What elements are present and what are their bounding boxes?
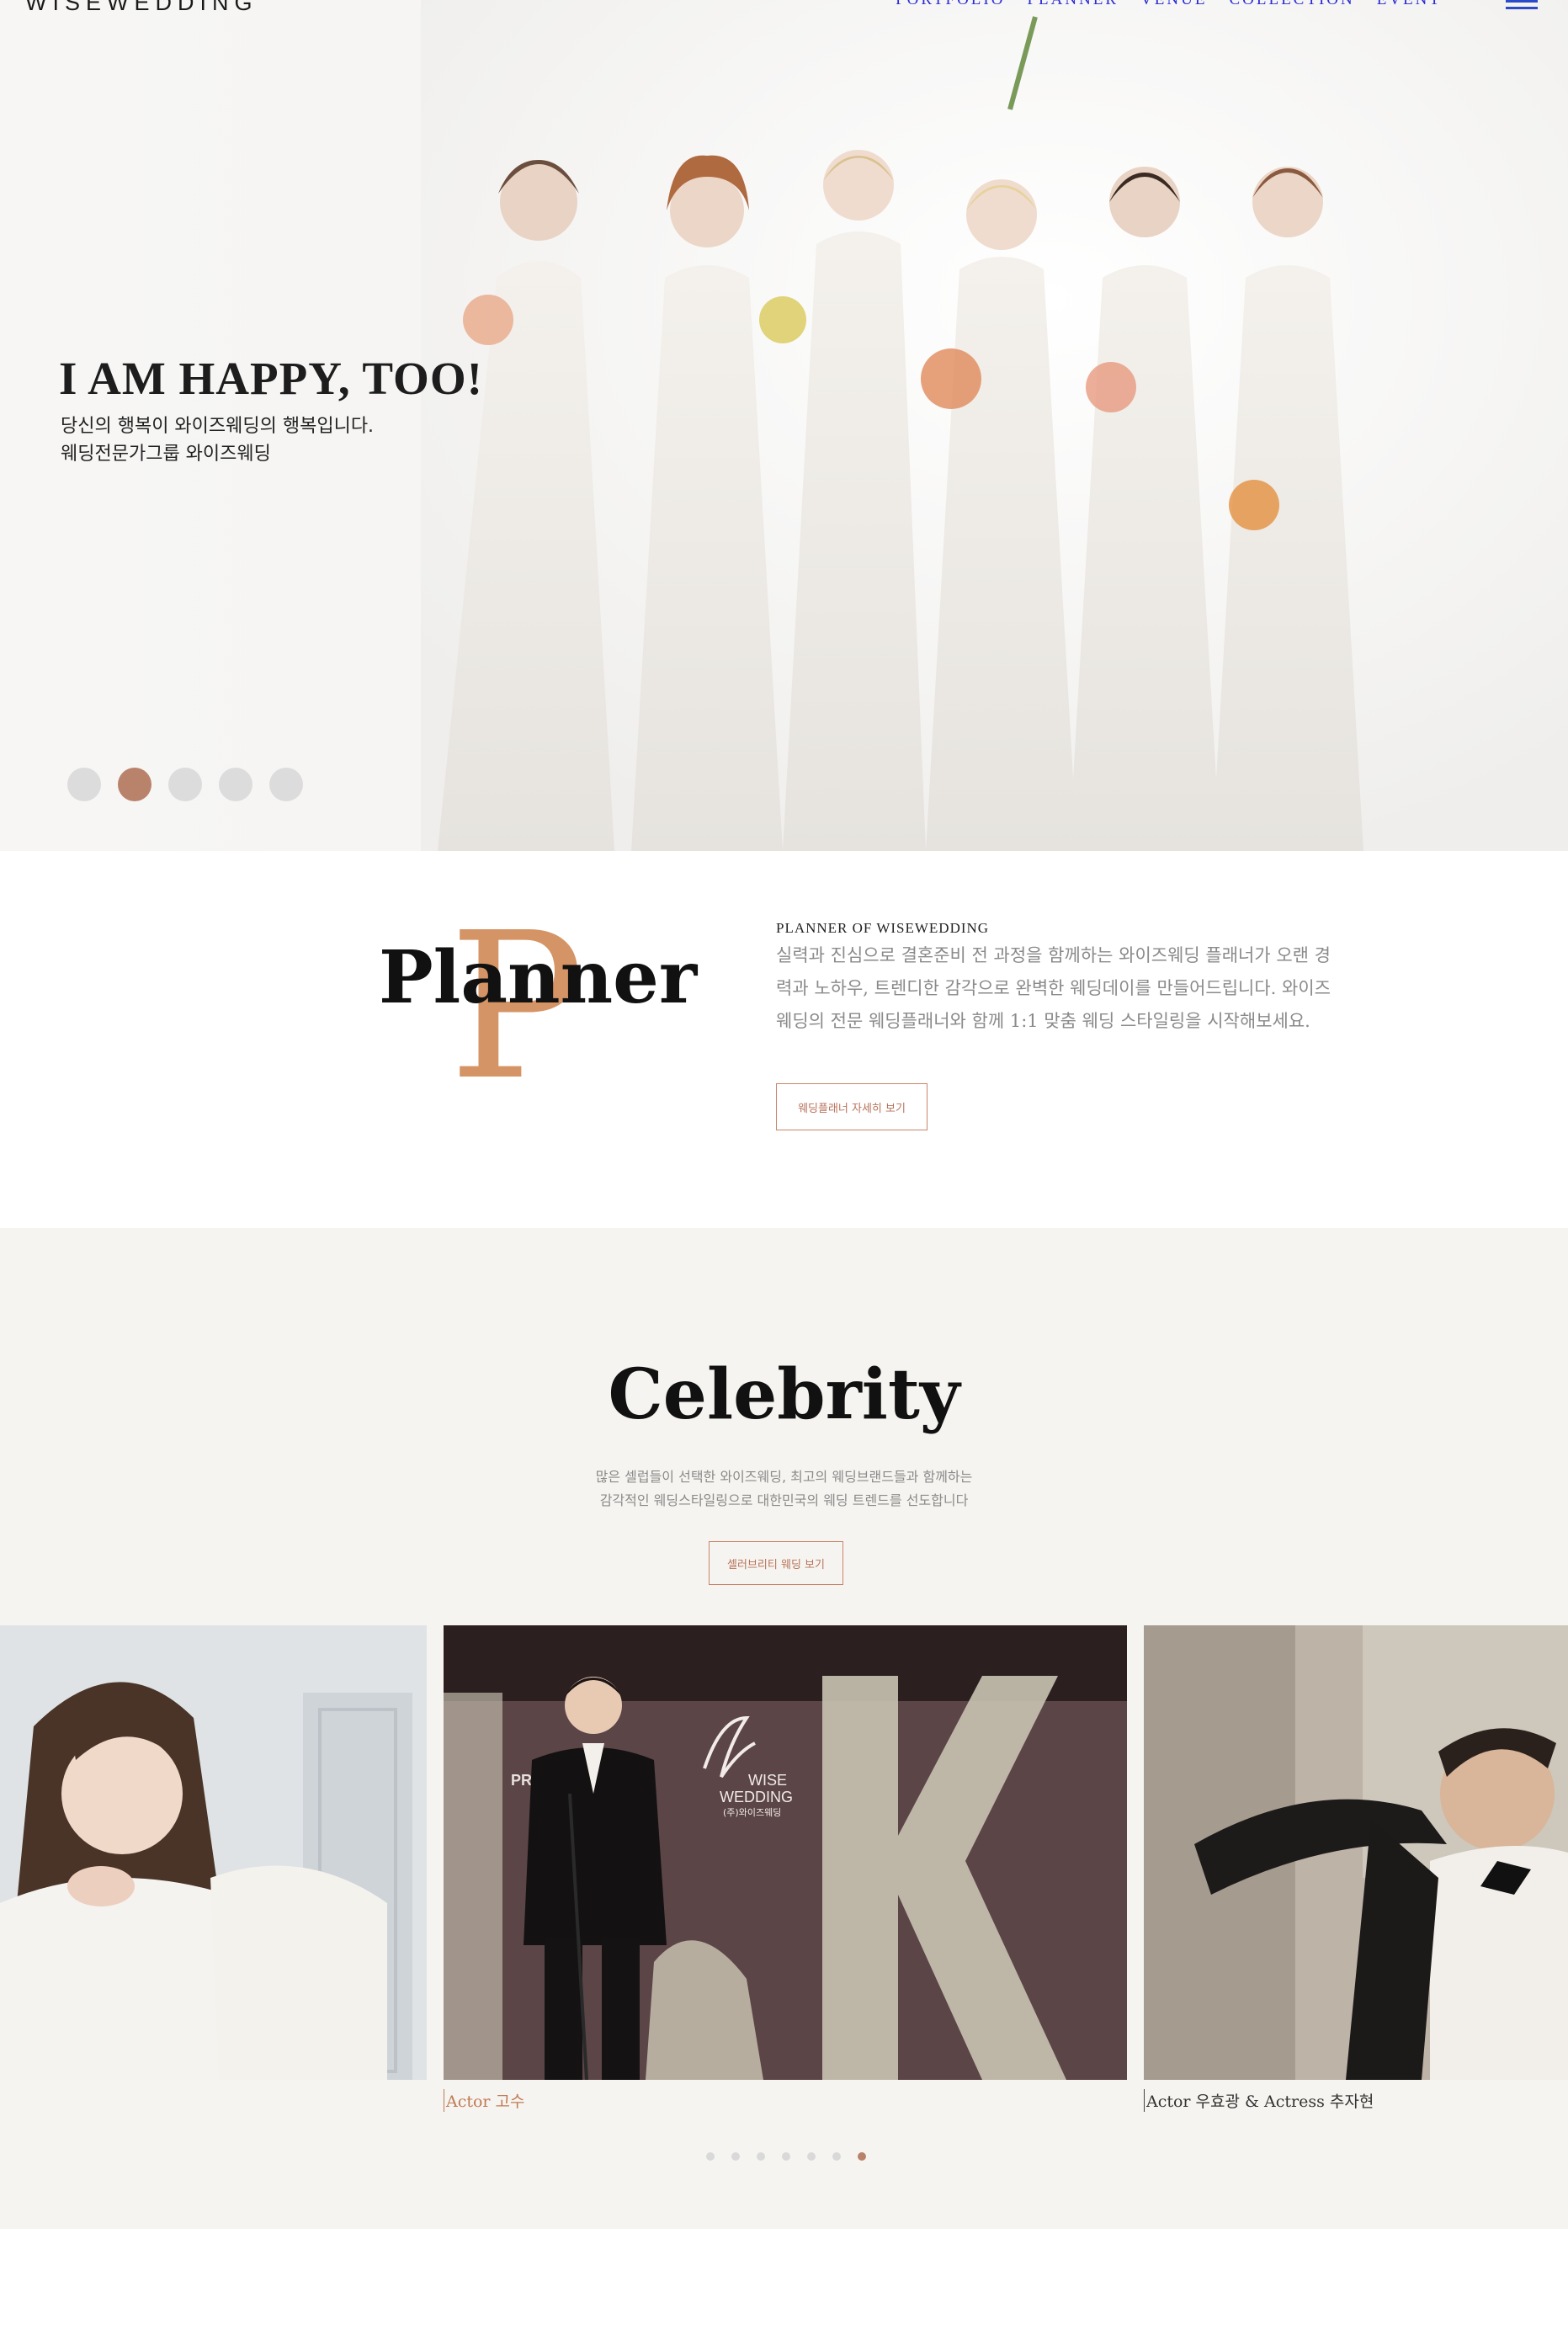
celebrity-dot-6[interactable] [832, 2152, 841, 2161]
hero-slide-dot-1[interactable] [67, 768, 101, 801]
site-logo[interactable]: WISEWEDDING [25, 0, 258, 16]
hero-banner: I AM HAPPY, TOO! 당신의 행복이 와이즈웨딩의 행복입니다. 웨… [0, 0, 1568, 851]
event-sign-text: PR [511, 1772, 532, 1789]
celebrity-photo-3 [1144, 1625, 1568, 2080]
planner-title: Planner [379, 935, 698, 1020]
celebrity-caption-3: Actor 우효광 & Actress 추자현 [1144, 2089, 1374, 2112]
hero-slide-dot-3[interactable] [168, 768, 202, 801]
celebrity-dot-2[interactable] [731, 2152, 740, 2161]
celebrity-caption-2: Actor 고수 [444, 2089, 525, 2112]
hero-slide-dot-2[interactable] [118, 768, 151, 801]
wise-wedding-logo-line1: WISE [748, 1772, 787, 1789]
page-bottom-space [0, 2229, 1568, 2329]
celebrity-photo-2: PR WISE WEDDING (주)와이즈웨딩 [444, 1625, 1127, 2080]
hero-subtitle-line2: 웨딩전문가그룹 와이즈웨딩 [61, 444, 271, 465]
nav-event[interactable]: EVENT [1377, 0, 1442, 9]
nav-portfolio[interactable]: PORTFOLIO [896, 0, 1005, 9]
hamburger-menu-icon[interactable] [1506, 0, 1538, 12]
hero-title: I AM HAPPY, TOO! [59, 353, 483, 404]
hero-subtitle-line1: 당신의 행복이 와이즈웨딩의 행복입니다. [61, 416, 375, 437]
celebrity-dot-7[interactable] [858, 2152, 866, 2161]
hero-slide-dot-5[interactable] [269, 768, 303, 801]
celebrity-card-3[interactable] [1144, 1625, 1568, 2080]
celebrity-dot-1[interactable] [706, 2152, 715, 2161]
site-header: WISEWEDDING PORTFOLIO PLANNER VENUE COLL… [0, 0, 1568, 25]
celebrity-title: Celebrity [608, 1354, 960, 1435]
celebrity-section: Celebrity 많은 셀럽들이 선택한 와이즈웨딩, 최고의 웨딩브랜드들과… [0, 1228, 1568, 2229]
celebrity-photo-1 [0, 1625, 427, 2080]
celebrity-description: 많은 셀럽들이 선택한 와이즈웨딩, 최고의 웨딩브랜드들과 함께하는 감각적인… [0, 1465, 1568, 1513]
hero-slide-dot-4[interactable] [219, 768, 252, 801]
hero-slider-dots [67, 768, 303, 801]
planner-detail-button[interactable]: 웨딩플래너 자세히 보기 [776, 1083, 928, 1130]
celebrity-slider-dots [706, 2152, 866, 2161]
celebrity-card-2[interactable]: PR WISE WEDDING (주)와이즈웨딩 [444, 1625, 1127, 2080]
celebrity-wedding-button[interactable]: 셀러브리티 웨딩 보기 [709, 1541, 843, 1585]
nav-collection[interactable]: COLLECTION [1229, 0, 1354, 9]
nav-planner[interactable]: PLANNER [1027, 0, 1119, 9]
planner-description: 실력과 진심으로 결혼준비 전 과정을 함께하는 와이즈웨딩 플래너가 오랜 경… [776, 945, 1331, 1031]
planner-section: P Planner PLANNER OF WISEWEDDING 실력과 진심으… [0, 851, 1568, 1228]
celebrity-dot-4[interactable] [782, 2152, 790, 2161]
brides-group-photo [421, 0, 1568, 851]
celebrity-card-1[interactable] [0, 1625, 427, 2080]
nav-venue[interactable]: VENUE [1140, 0, 1207, 9]
celebrity-desc-line2: 감각적인 웨딩스타일링으로 대한민국의 웨딩 트렌드를 선도합니다 [599, 1492, 969, 1508]
main-nav: PORTFOLIO PLANNER VENUE COLLECTION EVENT [896, 0, 1442, 9]
wise-wedding-logo-line2: WEDDING [720, 1789, 793, 1805]
celebrity-dot-3[interactable] [757, 2152, 765, 2161]
celebrity-desc-line1: 많은 셀럽들이 선택한 와이즈웨딩, 최고의 웨딩브랜드들과 함께하는 [595, 1469, 973, 1485]
celebrity-dot-5[interactable] [807, 2152, 816, 2161]
hero-subtitle: 당신의 행복이 와이즈웨딩의 행복입니다. 웨딩전문가그룹 와이즈웨딩 [61, 412, 374, 468]
wise-wedding-logo-line3: (주)와이즈웨딩 [723, 1807, 781, 1818]
planner-kicker: PLANNER OF WISEWEDDING [776, 920, 990, 936]
